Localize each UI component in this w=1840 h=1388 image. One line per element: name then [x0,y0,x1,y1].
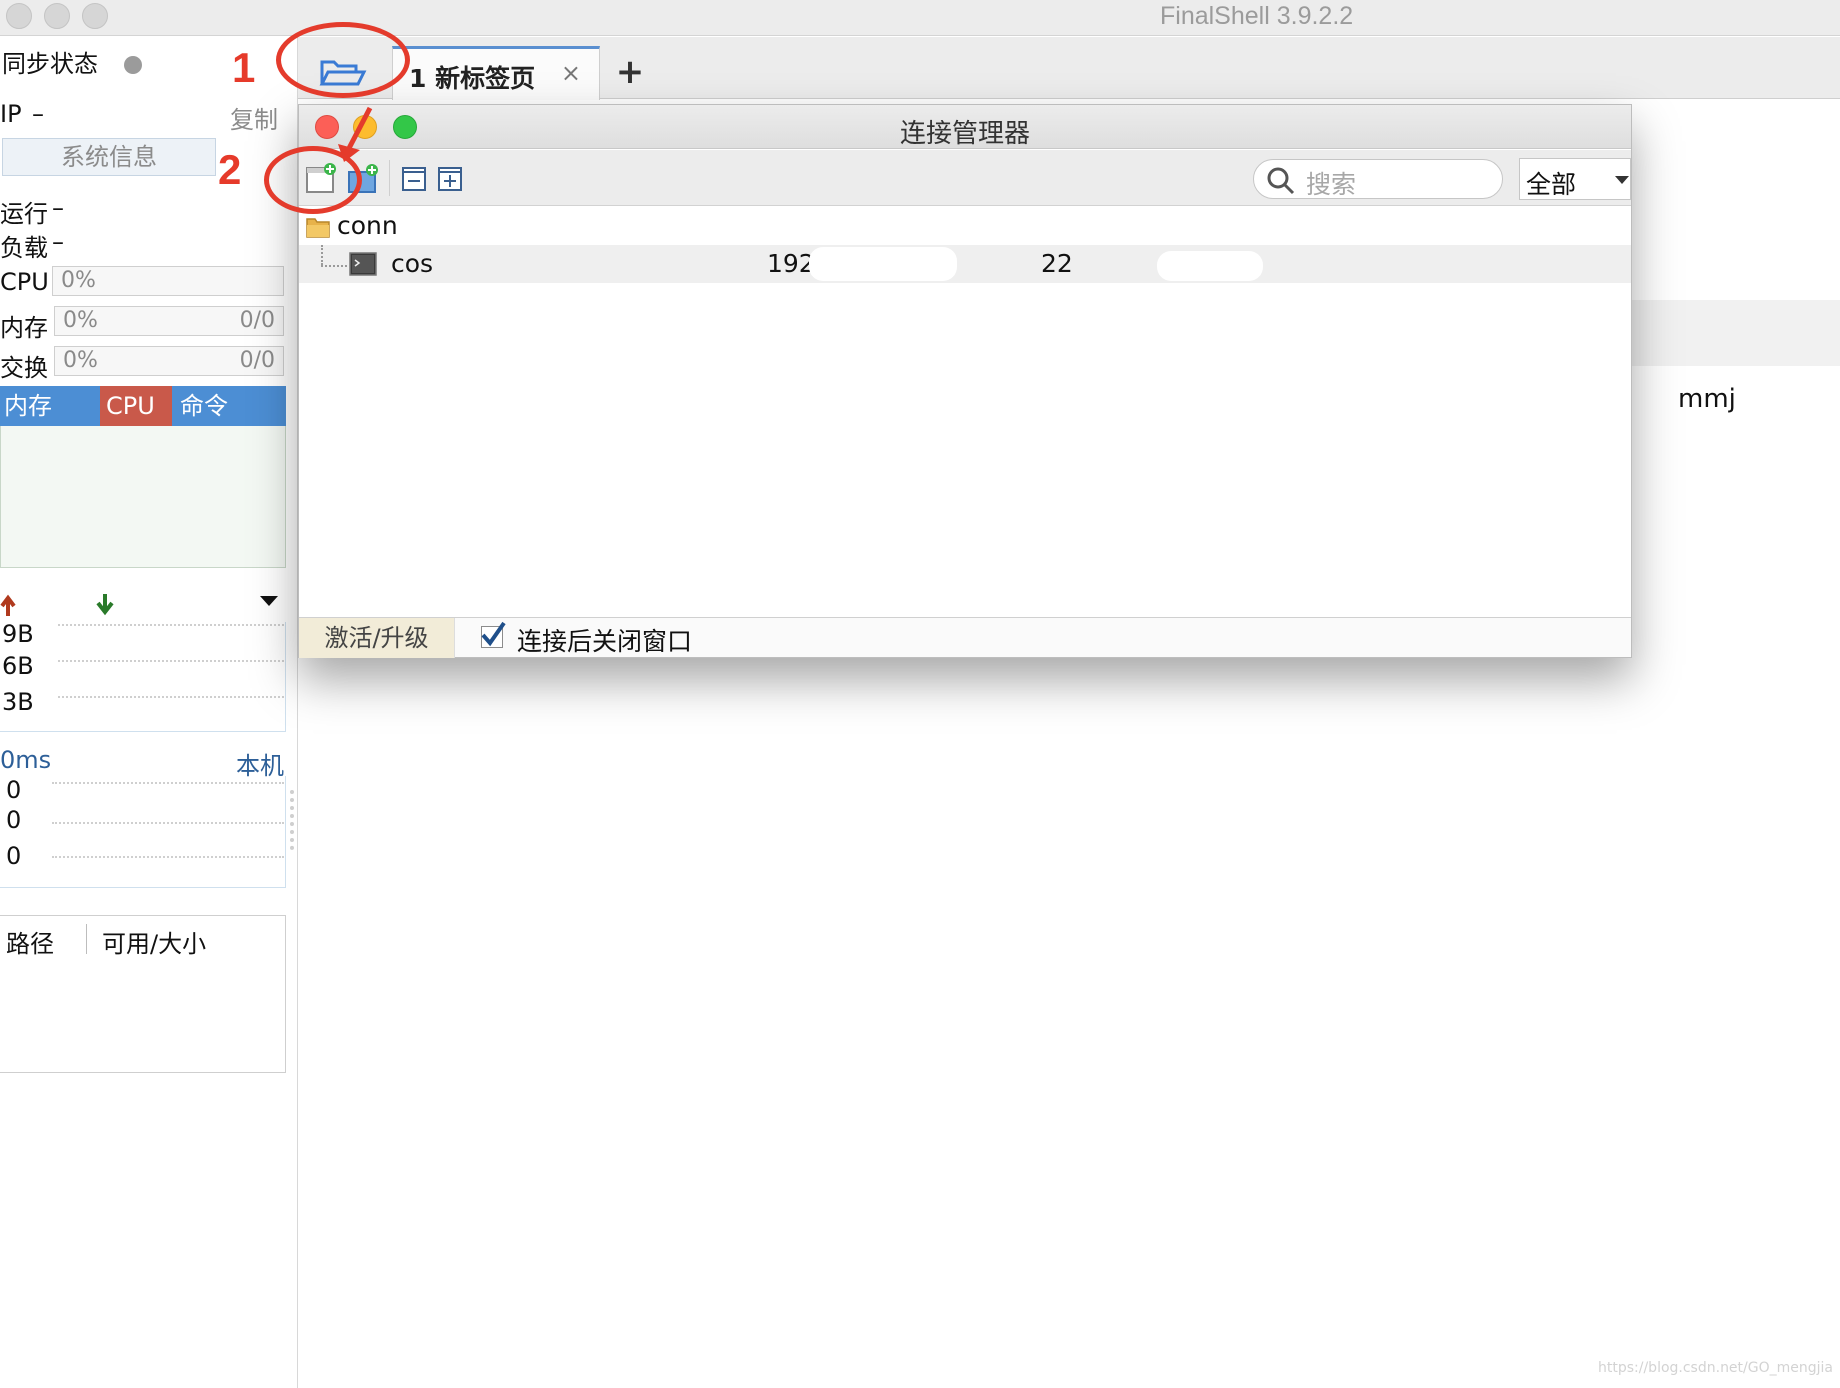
latency-gridline [52,822,284,824]
tab-close-icon[interactable]: × [561,59,581,87]
checkmark-icon [481,621,506,647]
swap-label: 交换 [0,354,48,382]
process-tab-cpu[interactable]: CPU [100,386,172,426]
latency-chart [0,776,286,888]
net-gridline [58,624,284,626]
disk-table: 路径 可用/大小 [0,915,286,1073]
tree-connector-line [321,245,323,265]
dialog-titlebar: 连接管理器 [299,105,1631,149]
background-user-text: mmj [1678,384,1736,414]
latency-gridline [52,782,284,784]
sync-status-indicator [124,56,142,74]
ip-label: IP [0,100,22,128]
net-rate-label: 6B [2,652,34,680]
connection-name: cos [391,249,434,278]
upload-arrow-icon [0,594,16,616]
cpu-label: CPU [0,268,49,296]
search-placeholder: 搜索 [1306,170,1357,199]
tab-new-tab-label: 1 新标签页 [409,64,536,93]
net-gridline [58,660,284,662]
tree-connection-row[interactable]: cos 192 22 [299,245,1631,283]
latency-value: 0 [6,806,22,834]
dialog-toolbar: 搜索 全部 [299,150,1631,206]
swap-usage-value: 0% [63,348,98,373]
annotation-circle-2 [264,146,362,214]
process-tabs: 内存 CPU 命令 [0,386,286,426]
disk-column-free-size[interactable]: 可用/大小 [102,924,206,959]
process-tab-command[interactable]: 命令 [176,386,256,426]
dialog-footer: 激活/升级 连接后关闭窗口 [299,617,1631,658]
net-gridline [58,696,284,698]
memory-usage-value: 0% [63,308,98,333]
download-arrow-icon [96,594,114,616]
process-tab-memory[interactable]: 内存 [0,386,100,426]
memory-label: 内存 [0,314,48,342]
connection-tree: conn cos 192 22 [299,207,1631,617]
search-icon [1267,167,1295,195]
background-header-row [1630,300,1840,366]
ip-value: – [32,100,44,128]
close-after-connect-label: 连接后关闭窗口 [517,627,693,656]
connection-manager-dialog: 连接管理器 搜索 全部 conn cos 192 22 激活/升级 连接后关闭窗… [298,104,1632,658]
expand-all-icon[interactable] [435,162,467,194]
search-input[interactable]: 搜索 [1253,159,1503,199]
tab-new-tab[interactable]: 1 新标签页 × [392,46,600,100]
column-divider [86,924,87,954]
close-after-connect-checkbox[interactable] [481,621,506,648]
window-zoom-button[interactable] [82,3,108,29]
memory-amount: 0/0 [239,308,275,333]
annotation-circle-1 [276,22,410,98]
activate-upgrade-button[interactable]: 激活/升级 [299,618,455,658]
latency-gridline [52,856,284,858]
redaction-mark [1157,251,1263,281]
net-rate-label: 9B [2,620,34,648]
tree-folder-name: conn [337,211,398,240]
memory-usage-bar: 0% 0/0 [54,306,284,336]
load-label: 负载 [0,234,48,262]
tree-connector-line [321,265,347,267]
cpu-usage-value: 0% [61,268,96,293]
filter-selected-value: 全部 [1526,170,1577,199]
sync-status-label: 同步状态 [2,50,98,78]
watermark: https://blog.csdn.net/GO_mengjia [1598,1360,1833,1376]
net-rate-label: 3B [2,688,34,716]
latency-label: 0ms [0,746,52,774]
dialog-title: 连接管理器 [899,119,1030,149]
window-close-button[interactable] [6,3,32,29]
filter-select[interactable]: 全部 [1519,158,1631,200]
latency-value: 0 [6,776,22,804]
chevron-down-icon [1615,176,1629,184]
network-chart [0,622,286,732]
load-value: – [52,228,64,256]
app-title: FinalShell 3.9.2.2 [1160,2,1354,30]
annotation-number-1: 1 [232,44,256,91]
tree-folder-row[interactable]: conn [299,207,1631,245]
uptime-label: 运行 [0,200,48,228]
swap-usage-bar: 0% 0/0 [54,346,284,376]
toolbar-separator [389,160,390,196]
terminal-icon [349,252,377,276]
network-interface-dropdown-icon[interactable] [258,594,280,608]
process-list [0,426,286,568]
uptime-value: – [52,194,64,222]
window-titlebar: FinalShell 3.9.2.2 [0,0,1840,36]
folder-icon [306,218,330,238]
annotation-number-2: 2 [218,146,242,193]
disk-column-path[interactable]: 路径 [6,924,54,959]
collapse-all-icon[interactable] [399,162,431,194]
redaction-mark [809,247,957,281]
connection-host: 192 [767,249,815,278]
add-tab-button[interactable]: + [612,52,648,92]
connection-port: 22 [1041,249,1073,278]
copy-ip-link[interactable]: 复制 [230,100,278,135]
system-info-button[interactable]: 系统信息 [2,138,216,176]
latency-scroll-handle[interactable] [290,790,294,850]
latency-value: 0 [6,842,22,870]
window-minimize-button[interactable] [44,3,70,29]
swap-amount: 0/0 [239,348,275,373]
cpu-usage-bar: 0% [52,266,284,296]
